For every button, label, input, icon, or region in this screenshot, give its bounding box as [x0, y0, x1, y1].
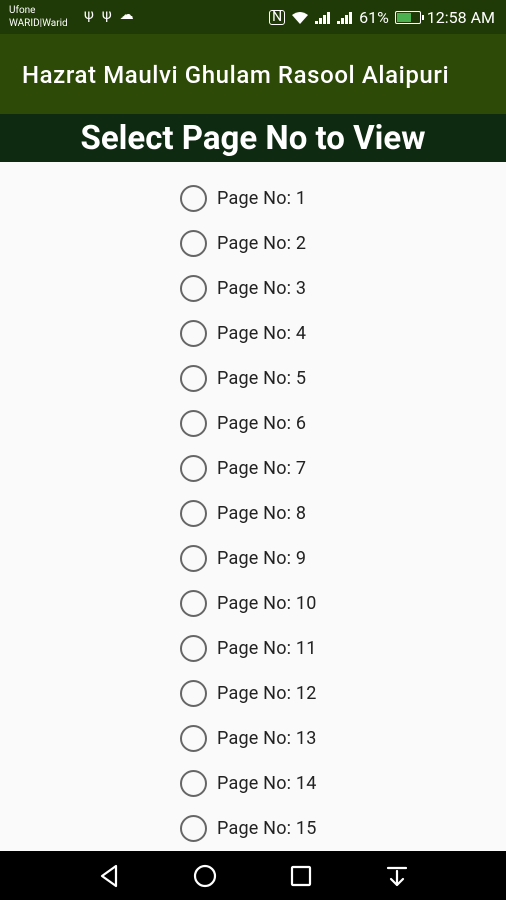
page-radio-option[interactable]: Page No: 9: [180, 536, 317, 581]
carrier-primary: Ufone: [9, 5, 36, 16]
usb-icon: ψ: [101, 7, 120, 23]
radio-button-icon[interactable]: [180, 635, 207, 662]
page-radio-label: Page No: 8: [217, 503, 307, 524]
battery-percent: 61%: [359, 8, 389, 27]
usb-icon: ψ: [84, 7, 102, 23]
page-radio-option[interactable]: Page No: 7: [180, 446, 317, 491]
radio-button-icon[interactable]: [180, 365, 207, 392]
page-radio-label: Page No: 11: [217, 638, 317, 659]
page-radio-option[interactable]: Page No: 12: [180, 671, 317, 716]
navigation-bar: [0, 851, 506, 900]
page-radio-label: Page No: 10: [217, 593, 317, 614]
page-radio-label: Page No: 1: [217, 188, 307, 209]
page-radio-option[interactable]: Page No: 3: [180, 266, 317, 311]
page-radio-group: Page No: 1 Page No: 2 Page No: 3 Page No: 4…: [180, 176, 317, 851]
page-radio-label: Page No: 9: [217, 548, 307, 569]
radio-button-icon[interactable]: [180, 230, 207, 257]
page-radio-label: Page No: 7: [217, 458, 307, 479]
back-icon[interactable]: [97, 863, 123, 889]
signal-3g-icon: [315, 11, 331, 24]
radio-button-icon[interactable]: [180, 770, 207, 797]
signal-2g-icon: [337, 11, 353, 24]
page-radio-label: Page No: 5: [217, 368, 307, 389]
clock: 12:58 AM: [426, 8, 495, 27]
page-radio-option[interactable]: Page No: 15: [180, 806, 317, 851]
wifi-icon: [292, 11, 309, 24]
radio-button-icon[interactable]: [180, 410, 207, 437]
radio-button-icon[interactable]: [180, 590, 207, 617]
recents-icon[interactable]: [288, 863, 314, 889]
page-radio-option[interactable]: Page No: 1: [180, 176, 317, 221]
radio-button-icon[interactable]: [180, 185, 207, 212]
radio-button-icon[interactable]: [180, 680, 207, 707]
page-radio-option[interactable]: Page No: 10: [180, 581, 317, 626]
page-radio-option[interactable]: Page No: 6: [180, 401, 317, 446]
page-radio-label: Page No: 13: [217, 728, 317, 749]
status-icons-left: ψψ☁: [84, 7, 142, 23]
radio-button-icon[interactable]: [180, 275, 207, 302]
notifications-pull-icon[interactable]: [384, 863, 410, 889]
page-radio-option[interactable]: Page No: 13: [180, 716, 317, 761]
radio-button-icon[interactable]: [180, 500, 207, 527]
page-radio-option[interactable]: Page No: 2: [180, 221, 317, 266]
carrier-info: Ufone WARID|Warid: [9, 4, 68, 30]
page-radio-option[interactable]: Page No: 8: [180, 491, 317, 536]
page-radio-option[interactable]: Page No: 5: [180, 356, 317, 401]
page-radio-label: Page No: 6: [217, 413, 307, 434]
app-bar: Hazrat Maulvi Ghulam Rasool Alaipuri: [0, 34, 506, 114]
page-title: Select Page No to View: [0, 114, 506, 162]
page-radio-label: Page No: 2: [217, 233, 307, 254]
page-radio-option[interactable]: Page No: 11: [180, 626, 317, 671]
radio-button-icon[interactable]: [180, 455, 207, 482]
page-radio-label: Page No: 14: [217, 773, 317, 794]
radio-button-icon[interactable]: [180, 725, 207, 752]
cloud-icon: ☁: [119, 7, 142, 23]
carrier-secondary: WARID|Warid: [9, 18, 68, 29]
page-radio-option[interactable]: Page No: 14: [180, 761, 317, 806]
radio-button-icon[interactable]: [180, 815, 207, 842]
home-icon[interactable]: [192, 863, 218, 889]
status-icons-right: N 61% 12:58 AM: [269, 8, 495, 27]
page-radio-label: Page No: 3: [217, 278, 307, 299]
app-title: Hazrat Maulvi Ghulam Rasool Alaipuri: [22, 61, 450, 89]
page-radio-label: Page No: 12: [217, 683, 317, 704]
page-radio-label: Page No: 4: [217, 323, 307, 344]
status-bar: Ufone WARID|Warid ψψ☁ N 61% 12:58 AM: [0, 0, 506, 34]
radio-button-icon[interactable]: [180, 320, 207, 347]
page-radio-option[interactable]: Page No: 4: [180, 311, 317, 356]
battery-charging-icon: [394, 11, 424, 24]
page-radio-label: Page No: 15: [217, 818, 317, 839]
nfc-icon: N: [269, 10, 286, 25]
radio-button-icon[interactable]: [180, 545, 207, 572]
